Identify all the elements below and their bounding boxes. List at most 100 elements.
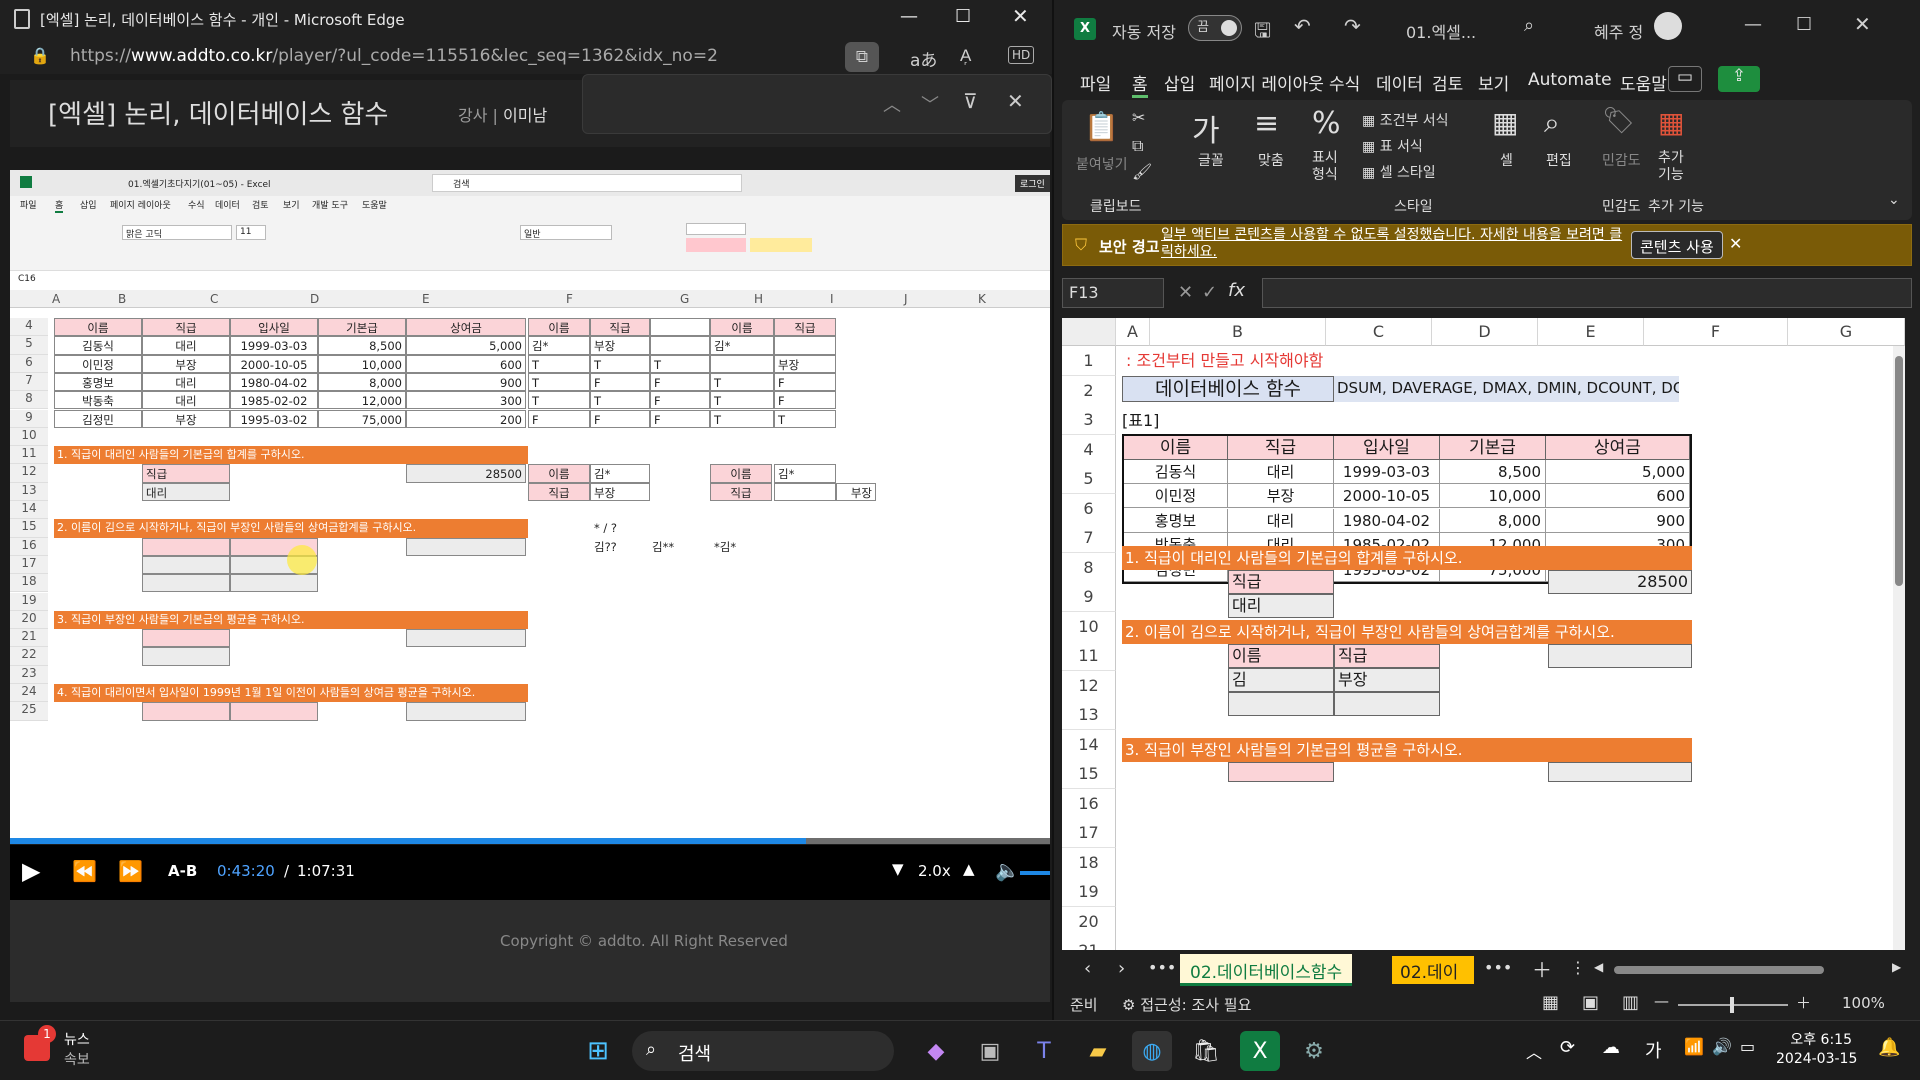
table-cell[interactable]: 10,000 xyxy=(1440,484,1546,509)
select-all-corner[interactable] xyxy=(1062,318,1116,346)
edit-search-icon[interactable]: ⌕ xyxy=(1544,106,1560,140)
tab-prev-icon[interactable]: ‹ xyxy=(1084,958,1091,979)
row-header[interactable]: 19 xyxy=(1062,877,1116,907)
col-header-c[interactable]: C xyxy=(1326,318,1432,346)
table-header-cell[interactable]: 직급 xyxy=(1228,436,1334,460)
row-header[interactable]: 21 xyxy=(1062,936,1116,950)
read-aloud-icon[interactable]: ⧉ xyxy=(845,42,879,72)
find-prev-icon[interactable]: ︿ xyxy=(883,91,901,117)
volume-slider[interactable] xyxy=(1020,871,1050,875)
table-cell[interactable]: 홍명보 xyxy=(1124,508,1228,533)
q2-value-name[interactable]: 김 xyxy=(1228,668,1334,692)
close-icon[interactable]: ✕ xyxy=(1012,4,1029,28)
hd-icon[interactable]: HD xyxy=(1008,46,1035,64)
table-header-cell[interactable]: 입사일 xyxy=(1334,436,1440,460)
page-layout-view-icon[interactable]: ▣ xyxy=(1582,992,1599,1013)
row-header[interactable]: 9 xyxy=(1062,582,1116,612)
db-func-title[interactable]: 데이터베이스 함수 xyxy=(1122,376,1334,402)
excel-taskbar-icon[interactable]: X xyxy=(1240,1031,1280,1071)
table-cell[interactable]: 600 xyxy=(1546,484,1690,509)
minimize-icon[interactable]: — xyxy=(1744,14,1762,35)
battery-icon[interactable]: ▭ xyxy=(1740,1037,1755,1056)
taskbar-search-box[interactable]: ⌕ 검색 xyxy=(632,1031,894,1071)
align-icon[interactable]: ≡ xyxy=(1254,106,1279,141)
row-header[interactable]: 16 xyxy=(1062,788,1116,819)
edge-taskbar-icon[interactable]: ◍ xyxy=(1132,1031,1172,1071)
menu-help[interactable]: 도움말 xyxy=(1620,70,1667,95)
rewind-icon[interactable]: ⏪ xyxy=(72,859,97,883)
row-header[interactable]: 15 xyxy=(1062,759,1116,789)
align-button[interactable]: 맞춤 xyxy=(1258,150,1284,170)
col-header-d[interactable]: D xyxy=(1432,318,1538,346)
search-icon[interactable]: ⌕ xyxy=(1524,15,1534,36)
q3-result[interactable] xyxy=(1548,762,1692,782)
font-icon[interactable]: 가 xyxy=(1192,106,1220,150)
menu-automate[interactable]: Automate xyxy=(1528,70,1612,90)
lock-icon[interactable]: 🔒 xyxy=(30,46,50,65)
row-header[interactable]: 1 xyxy=(1062,346,1116,376)
q2-value-rank[interactable]: 부장 xyxy=(1334,668,1440,692)
ab-repeat-button[interactable]: A-B xyxy=(168,862,197,880)
zoom-slider[interactable] xyxy=(1678,997,1788,1013)
windows-start-icon[interactable]: ⊞ xyxy=(578,1031,618,1071)
cells-icon[interactable]: ▦ xyxy=(1492,106,1518,139)
q2-header-rank[interactable]: 직급 xyxy=(1334,644,1440,668)
play-icon[interactable]: ▶ xyxy=(22,857,40,885)
speed-down-icon[interactable]: ▼ xyxy=(892,860,904,878)
vertical-scrollbar[interactable] xyxy=(1893,346,1905,950)
add-sheet-icon[interactable]: ＋ xyxy=(1532,954,1552,983)
row-header[interactable]: 8 xyxy=(1062,552,1116,583)
cut-icon[interactable]: ✂ xyxy=(1132,108,1145,127)
row-header[interactable]: 7 xyxy=(1062,523,1116,553)
cancel-icon[interactable]: ✕ xyxy=(1178,282,1193,303)
q1-criteria-value[interactable]: 대리 xyxy=(1228,594,1334,618)
question-2[interactable]: 2. 이름이 김으로 시작하거나, 직급이 부장인 사람들의 상여금합계를 구하… xyxy=(1122,620,1692,644)
settings-icon[interactable]: ⚙ xyxy=(1294,1031,1334,1071)
file-explorer-icon[interactable]: ▰ xyxy=(1078,1031,1118,1071)
formula-input[interactable] xyxy=(1262,278,1912,308)
hscroll-right-icon[interactable]: ▶ xyxy=(1892,960,1901,974)
menu-data[interactable]: 데이터 xyxy=(1376,70,1423,95)
table-cell[interactable]: 부장 xyxy=(1228,484,1334,509)
table-cell[interactable]: 900 xyxy=(1546,508,1690,533)
tab-more-2-icon[interactable]: ••• xyxy=(1484,958,1512,977)
table-cell[interactable]: 8,500 xyxy=(1440,460,1546,484)
q2-empty-1[interactable] xyxy=(1228,692,1334,716)
q2-result[interactable] xyxy=(1548,644,1692,668)
clock-date[interactable]: 2024-03-15 xyxy=(1776,1051,1857,1067)
col-header-b[interactable]: B xyxy=(1150,318,1326,346)
menu-page-layout[interactable]: 페이지 레이아웃 xyxy=(1209,70,1324,95)
warning-text[interactable]: 일부 액티브 콘텐츠를 사용할 수 없도록 설정했습니다. 자세한 내용을 보려… xyxy=(1161,227,1631,261)
table-header-cell[interactable]: 기본급 xyxy=(1440,436,1546,460)
address-bar[interactable]: 🔒 https://www.addto.co.kr/player/?ul_cod… xyxy=(0,40,1052,74)
volume-icon[interactable]: 🔈 xyxy=(995,858,1020,882)
sync-icon[interactable]: ⟳ xyxy=(1560,1037,1575,1058)
news-sublabel[interactable]: 속보 xyxy=(64,1049,90,1069)
save-icon[interactable]: 🖫 xyxy=(1254,16,1271,50)
table-header-cell[interactable]: 이름 xyxy=(1124,436,1228,460)
tab-next-icon[interactable]: › xyxy=(1118,958,1125,979)
menu-view[interactable]: 보기 xyxy=(1478,70,1509,95)
wifi-icon[interactable]: 📶 xyxy=(1684,1037,1704,1056)
q2-empty-2[interactable] xyxy=(1334,692,1440,716)
table-cell[interactable]: 5,000 xyxy=(1546,460,1690,484)
addins-button[interactable]: 추가 기능 xyxy=(1658,150,1684,184)
col-header-a[interactable]: A xyxy=(1116,318,1150,346)
tab-more-icon[interactable]: ••• xyxy=(1148,958,1176,977)
row-header[interactable]: 13 xyxy=(1062,700,1116,730)
clock-time[interactable]: 오후 6:15 xyxy=(1782,1029,1852,1049)
row-header[interactable]: 18 xyxy=(1062,847,1116,878)
hscroll-left-icon[interactable]: ◀ xyxy=(1594,960,1603,974)
table-cell[interactable]: 대리 xyxy=(1228,460,1334,484)
zoom-out-icon[interactable]: — xyxy=(1654,992,1669,1010)
maximize-icon[interactable]: ☐ xyxy=(1796,14,1812,35)
video-player[interactable]: 01.엑셀기초다지기(01~05) - Excel 검색 로그인 파일 홈 삽입… xyxy=(10,170,1050,840)
translate-icon[interactable]: aあ xyxy=(910,46,937,71)
filter-icon[interactable]: ⊽ xyxy=(963,89,978,113)
find-bar[interactable]: ︿ ﹀ ⊽ ✕ xyxy=(582,74,1052,134)
worksheet[interactable]: A B C D E F G 1 2 3 4 5 6 7 8 9 10 11 12 13 14 15 16 17 1… xyxy=(1062,318,1905,950)
sensitivity-icon[interactable]: 🏷 xyxy=(1602,106,1635,136)
question-3[interactable]: 3. 직급이 부장인 사람들의 기본급의 평균을 구하시오. xyxy=(1122,738,1692,762)
row-header[interactable]: 12 xyxy=(1062,670,1116,701)
find-next-icon[interactable]: ﹀ xyxy=(921,91,939,117)
